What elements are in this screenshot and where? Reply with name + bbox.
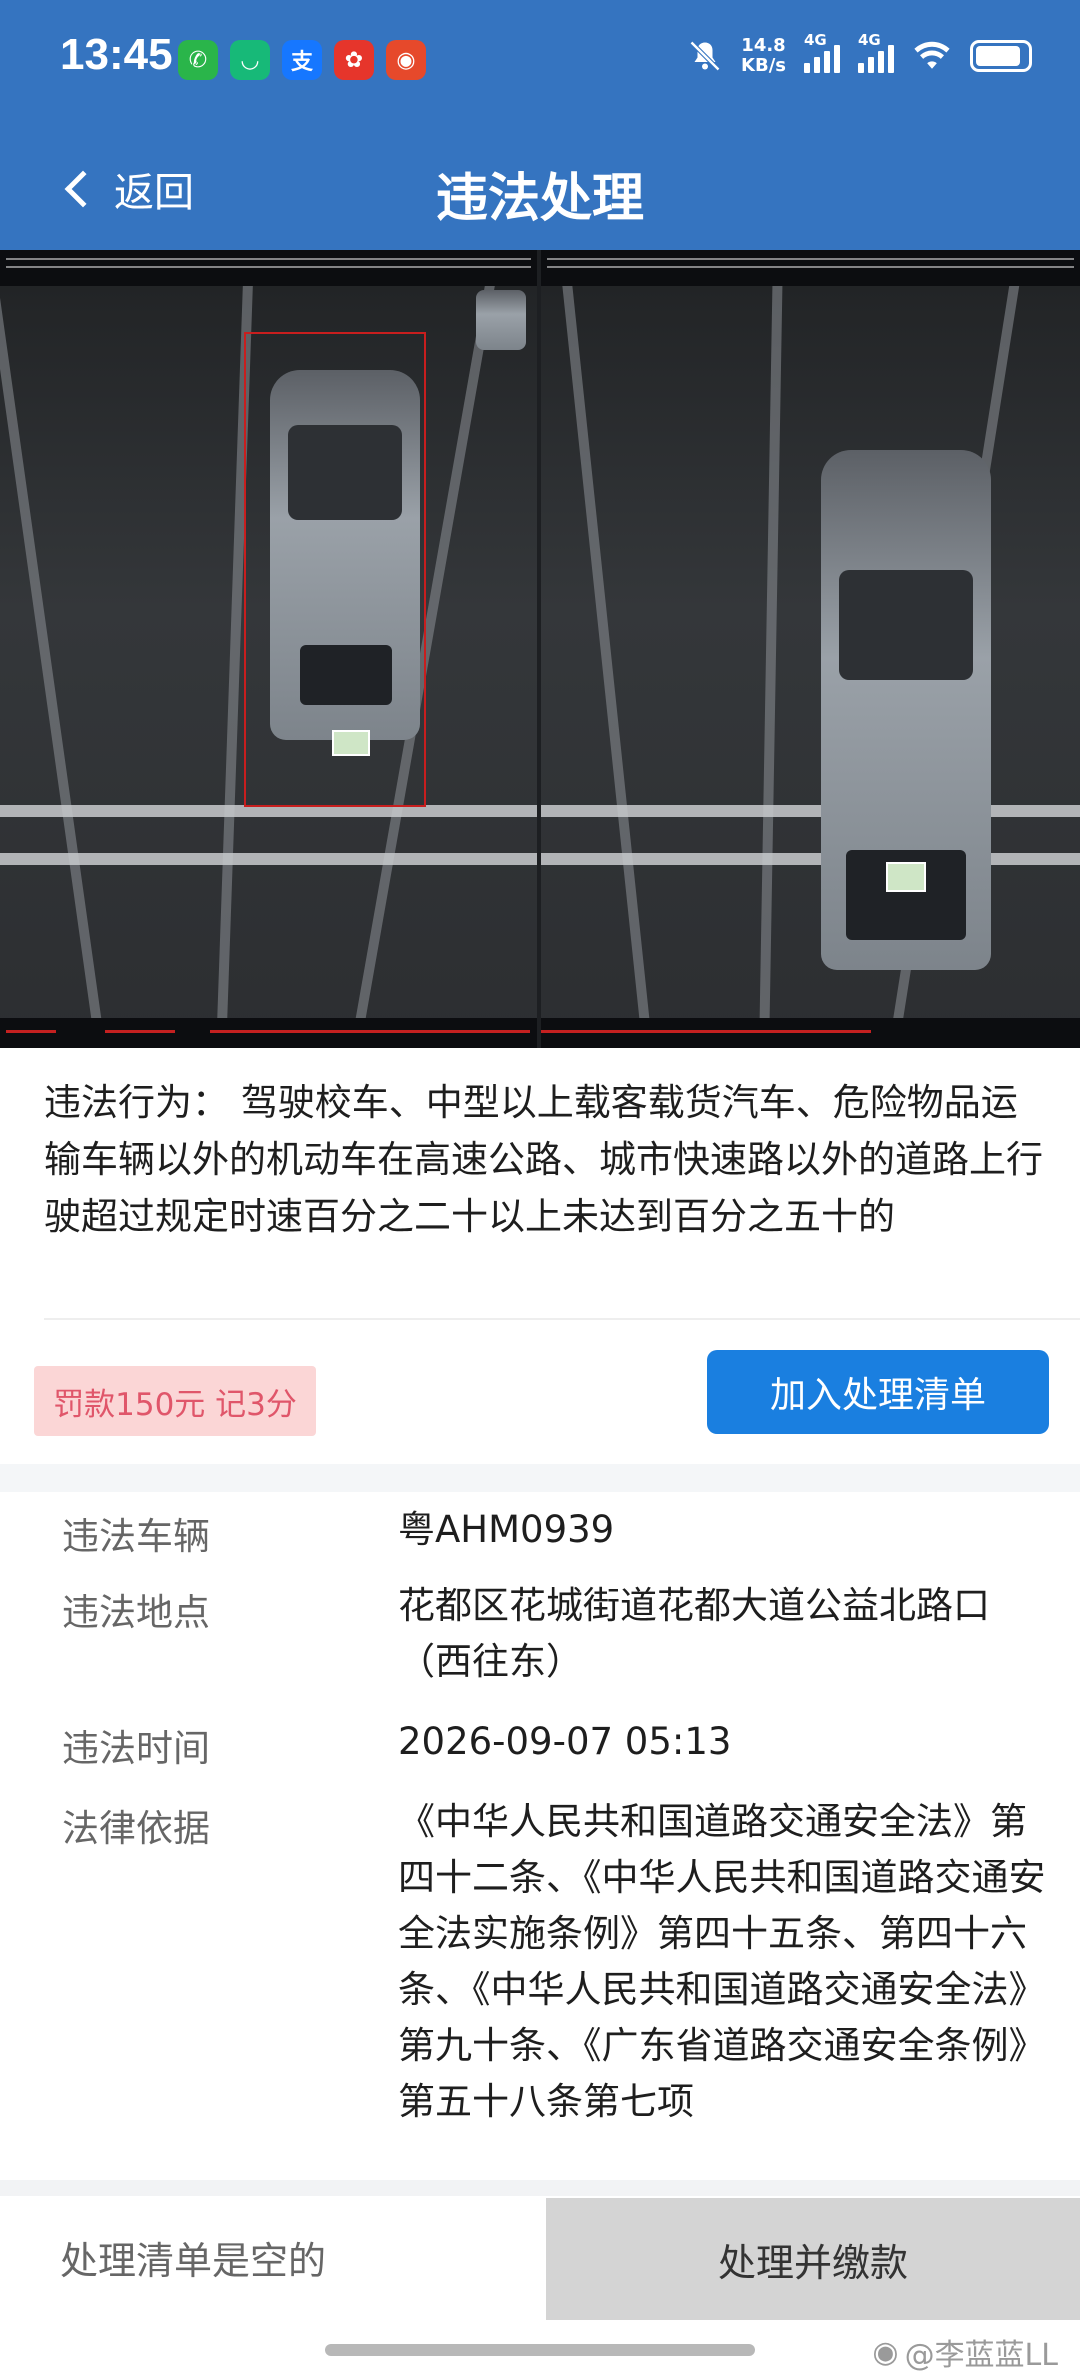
divider [44, 1318, 1080, 1320]
add-to-list-button[interactable]: 加入处理清单 [707, 1350, 1049, 1434]
penalty-badge: 罚款150元 记3分 [34, 1366, 316, 1436]
cart-status: 处理清单是空的 [60, 2239, 327, 2283]
photo-info-band [541, 250, 1080, 286]
watermark: ◉ @李蓝蓝LL [872, 2330, 1058, 2374]
detail-label: 违法车辆 [62, 1515, 210, 1558]
evidence-photo-2[interactable] [541, 250, 1080, 1048]
bell-muted-icon [689, 40, 721, 72]
net-speed: 14.8 KB/s [741, 36, 786, 76]
status-bar: 13:45 ✆ ◡ 支 ✿ ◉ 14.8 KB/s 4G 4G [0, 0, 1080, 120]
detail-label: 法律依据 [62, 1807, 210, 1850]
detection-box [244, 332, 426, 807]
license-plate [886, 862, 926, 892]
nav-bar: 返回 违法处理 [0, 120, 1080, 250]
meituan-icon: ◡ [230, 40, 270, 80]
wifi-icon [914, 41, 950, 69]
net-speed-unit: KB/s [741, 55, 786, 76]
photo-caption-band [541, 1018, 1080, 1048]
detail-value-location: 花都区花城街道花都大道公益北路口（西往东） [398, 1584, 990, 1683]
weibo-watermark-icon: ◉ [872, 2334, 899, 2370]
status-time: 13:45 [60, 30, 173, 79]
net-speed-value: 14.8 [741, 35, 786, 56]
evidence-photo-1[interactable] [0, 250, 537, 1048]
detail-value-vehicle: 粤AHM0939 [398, 1508, 615, 1551]
evidence-photos [0, 250, 1080, 1048]
photo-info-band [0, 250, 537, 286]
signal-sim1-icon: 4G [804, 31, 840, 73]
alipay-icon: 支 [282, 40, 322, 80]
bottom-separator [0, 2180, 1080, 2196]
signal-sim2-icon: 4G [858, 31, 894, 73]
detail-value-time: 2026-09-07 05:13 [398, 1720, 732, 1763]
process-and-pay-button[interactable]: 处理并缴款 [546, 2198, 1080, 2320]
sim2-network-label: 4G [858, 31, 881, 49]
photo-caption-band [0, 1018, 537, 1048]
detail-label: 违法地点 [62, 1591, 210, 1634]
section-separator [0, 1464, 1080, 1492]
app-red-icon: ✿ [334, 40, 374, 80]
violation-behavior-label: 违法行为： [44, 1081, 229, 1124]
weibo-icon: ◉ [386, 40, 426, 80]
status-indicators: 14.8 KB/s 4G 4G [687, 31, 1032, 76]
battery-icon [970, 40, 1032, 72]
watermark-text: @李蓝蓝LL [904, 2338, 1058, 2373]
violation-behavior: 违法行为： 驾驶校车、中型以上载客载货汽车、危险物品运输车辆以外的机动车在高速公… [44, 1074, 1054, 1245]
notification-app-icons: ✆ ◡ 支 ✿ ◉ [178, 40, 426, 80]
page-title: 违法处理 [435, 169, 644, 229]
home-indicator[interactable] [325, 2344, 755, 2356]
detail-label: 违法时间 [62, 1727, 210, 1770]
sim1-network-label: 4G [804, 31, 827, 49]
detail-value-legal-basis: 《中华人民共和国道路交通安全法》第四十二条、《中华人民共和国道路交通安全法实施条… [398, 1800, 1046, 2123]
app-header: 13:45 ✆ ◡ 支 ✿ ◉ 14.8 KB/s 4G 4G 返回 违法处理 [0, 0, 1080, 250]
wechat-icon: ✆ [178, 40, 218, 80]
